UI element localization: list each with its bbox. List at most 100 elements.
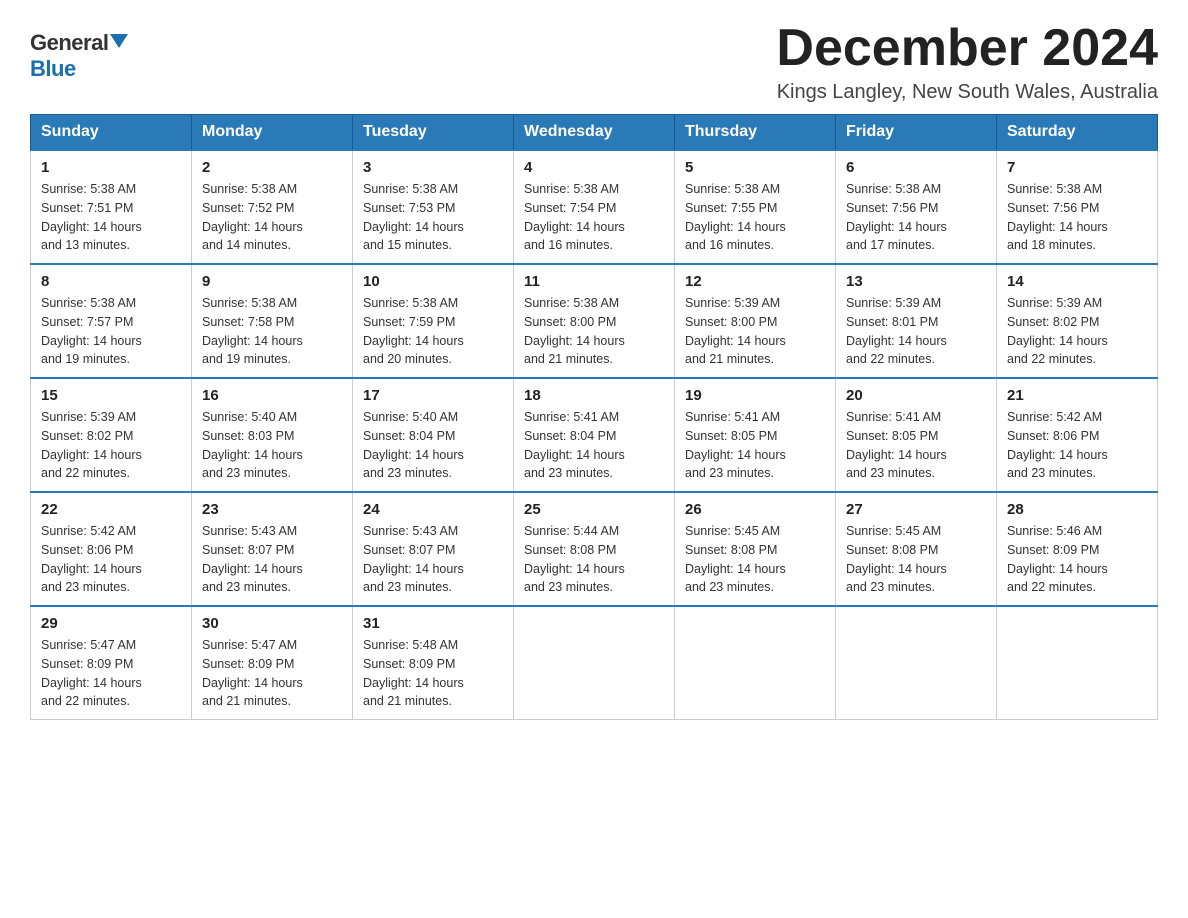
calendar-cell: 7 Sunrise: 5:38 AMSunset: 7:56 PMDayligh… <box>997 150 1158 264</box>
calendar-cell: 11 Sunrise: 5:38 AMSunset: 8:00 PMDaylig… <box>514 264 675 378</box>
day-info: Sunrise: 5:46 AMSunset: 8:09 PMDaylight:… <box>1007 524 1108 594</box>
day-number: 10 <box>363 273 503 290</box>
day-info: Sunrise: 5:41 AMSunset: 8:04 PMDaylight:… <box>524 410 625 480</box>
day-info: Sunrise: 5:41 AMSunset: 8:05 PMDaylight:… <box>846 410 947 480</box>
day-number: 16 <box>202 387 342 404</box>
title-block: December 2024 Kings Langley, New South W… <box>776 20 1158 104</box>
day-number: 15 <box>41 387 181 404</box>
day-number: 6 <box>846 159 986 176</box>
day-info: Sunrise: 5:40 AMSunset: 8:03 PMDaylight:… <box>202 410 303 480</box>
day-number: 7 <box>1007 159 1147 176</box>
day-number: 23 <box>202 501 342 518</box>
day-info: Sunrise: 5:39 AMSunset: 8:02 PMDaylight:… <box>1007 296 1108 366</box>
calendar-cell: 10 Sunrise: 5:38 AMSunset: 7:59 PMDaylig… <box>353 264 514 378</box>
day-info: Sunrise: 5:39 AMSunset: 8:02 PMDaylight:… <box>41 410 142 480</box>
day-info: Sunrise: 5:38 AMSunset: 7:51 PMDaylight:… <box>41 182 142 252</box>
calendar-cell: 31 Sunrise: 5:48 AMSunset: 8:09 PMDaylig… <box>353 606 514 720</box>
calendar-cell: 26 Sunrise: 5:45 AMSunset: 8:08 PMDaylig… <box>675 492 836 606</box>
day-info: Sunrise: 5:43 AMSunset: 8:07 PMDaylight:… <box>363 524 464 594</box>
day-number: 4 <box>524 159 664 176</box>
day-number: 22 <box>41 501 181 518</box>
day-info: Sunrise: 5:38 AMSunset: 7:53 PMDaylight:… <box>363 182 464 252</box>
calendar-cell <box>836 606 997 720</box>
calendar-cell: 8 Sunrise: 5:38 AMSunset: 7:57 PMDayligh… <box>31 264 192 378</box>
calendar-cell: 22 Sunrise: 5:42 AMSunset: 8:06 PMDaylig… <box>31 492 192 606</box>
day-number: 17 <box>363 387 503 404</box>
day-info: Sunrise: 5:41 AMSunset: 8:05 PMDaylight:… <box>685 410 786 480</box>
day-number: 28 <box>1007 501 1147 518</box>
month-title: December 2024 <box>776 20 1158 77</box>
calendar-header-row: SundayMondayTuesdayWednesdayThursdayFrid… <box>31 115 1158 151</box>
day-info: Sunrise: 5:38 AMSunset: 8:00 PMDaylight:… <box>524 296 625 366</box>
calendar-cell: 27 Sunrise: 5:45 AMSunset: 8:08 PMDaylig… <box>836 492 997 606</box>
calendar-cell: 12 Sunrise: 5:39 AMSunset: 8:00 PMDaylig… <box>675 264 836 378</box>
calendar-cell <box>514 606 675 720</box>
day-number: 1 <box>41 159 181 176</box>
day-info: Sunrise: 5:39 AMSunset: 8:00 PMDaylight:… <box>685 296 786 366</box>
day-number: 18 <box>524 387 664 404</box>
calendar-cell: 23 Sunrise: 5:43 AMSunset: 8:07 PMDaylig… <box>192 492 353 606</box>
col-header-saturday: Saturday <box>997 115 1158 151</box>
col-header-monday: Monday <box>192 115 353 151</box>
col-header-wednesday: Wednesday <box>514 115 675 151</box>
day-number: 2 <box>202 159 342 176</box>
calendar-cell: 18 Sunrise: 5:41 AMSunset: 8:04 PMDaylig… <box>514 378 675 492</box>
week-row-2: 8 Sunrise: 5:38 AMSunset: 7:57 PMDayligh… <box>31 264 1158 378</box>
day-number: 29 <box>41 615 181 632</box>
week-row-5: 29 Sunrise: 5:47 AMSunset: 8:09 PMDaylig… <box>31 606 1158 720</box>
day-info: Sunrise: 5:38 AMSunset: 7:54 PMDaylight:… <box>524 182 625 252</box>
day-info: Sunrise: 5:38 AMSunset: 7:55 PMDaylight:… <box>685 182 786 252</box>
calendar-cell: 17 Sunrise: 5:40 AMSunset: 8:04 PMDaylig… <box>353 378 514 492</box>
calendar-cell: 24 Sunrise: 5:43 AMSunset: 8:07 PMDaylig… <box>353 492 514 606</box>
calendar-table: SundayMondayTuesdayWednesdayThursdayFrid… <box>30 114 1158 720</box>
calendar-cell: 4 Sunrise: 5:38 AMSunset: 7:54 PMDayligh… <box>514 150 675 264</box>
calendar-cell <box>997 606 1158 720</box>
calendar-cell: 3 Sunrise: 5:38 AMSunset: 7:53 PMDayligh… <box>353 150 514 264</box>
day-number: 25 <box>524 501 664 518</box>
day-info: Sunrise: 5:40 AMSunset: 8:04 PMDaylight:… <box>363 410 464 480</box>
day-info: Sunrise: 5:43 AMSunset: 8:07 PMDaylight:… <box>202 524 303 594</box>
col-header-friday: Friday <box>836 115 997 151</box>
page-header: General Blue December 2024 Kings Langley… <box>30 20 1158 104</box>
day-number: 14 <box>1007 273 1147 290</box>
day-number: 27 <box>846 501 986 518</box>
day-info: Sunrise: 5:38 AMSunset: 7:57 PMDaylight:… <box>41 296 142 366</box>
day-number: 12 <box>685 273 825 290</box>
calendar-cell: 5 Sunrise: 5:38 AMSunset: 7:55 PMDayligh… <box>675 150 836 264</box>
logo-general-text: General <box>30 30 108 56</box>
day-info: Sunrise: 5:38 AMSunset: 7:58 PMDaylight:… <box>202 296 303 366</box>
day-number: 8 <box>41 273 181 290</box>
col-header-tuesday: Tuesday <box>353 115 514 151</box>
day-info: Sunrise: 5:38 AMSunset: 7:52 PMDaylight:… <box>202 182 303 252</box>
day-info: Sunrise: 5:47 AMSunset: 8:09 PMDaylight:… <box>41 638 142 708</box>
calendar-cell: 20 Sunrise: 5:41 AMSunset: 8:05 PMDaylig… <box>836 378 997 492</box>
calendar-cell: 30 Sunrise: 5:47 AMSunset: 8:09 PMDaylig… <box>192 606 353 720</box>
day-number: 3 <box>363 159 503 176</box>
day-info: Sunrise: 5:45 AMSunset: 8:08 PMDaylight:… <box>846 524 947 594</box>
day-info: Sunrise: 5:44 AMSunset: 8:08 PMDaylight:… <box>524 524 625 594</box>
day-number: 30 <box>202 615 342 632</box>
logo-blue-text: Blue <box>30 56 76 81</box>
calendar-cell: 2 Sunrise: 5:38 AMSunset: 7:52 PMDayligh… <box>192 150 353 264</box>
calendar-cell: 29 Sunrise: 5:47 AMSunset: 8:09 PMDaylig… <box>31 606 192 720</box>
week-row-1: 1 Sunrise: 5:38 AMSunset: 7:51 PMDayligh… <box>31 150 1158 264</box>
logo: General Blue <box>30 30 128 82</box>
col-header-thursday: Thursday <box>675 115 836 151</box>
calendar-cell: 21 Sunrise: 5:42 AMSunset: 8:06 PMDaylig… <box>997 378 1158 492</box>
logo-triangle-icon <box>110 34 128 48</box>
col-header-sunday: Sunday <box>31 115 192 151</box>
calendar-cell: 15 Sunrise: 5:39 AMSunset: 8:02 PMDaylig… <box>31 378 192 492</box>
day-number: 31 <box>363 615 503 632</box>
day-number: 5 <box>685 159 825 176</box>
day-info: Sunrise: 5:45 AMSunset: 8:08 PMDaylight:… <box>685 524 786 594</box>
week-row-3: 15 Sunrise: 5:39 AMSunset: 8:02 PMDaylig… <box>31 378 1158 492</box>
calendar-cell: 6 Sunrise: 5:38 AMSunset: 7:56 PMDayligh… <box>836 150 997 264</box>
day-number: 19 <box>685 387 825 404</box>
day-number: 13 <box>846 273 986 290</box>
calendar-cell: 9 Sunrise: 5:38 AMSunset: 7:58 PMDayligh… <box>192 264 353 378</box>
day-number: 26 <box>685 501 825 518</box>
calendar-cell <box>675 606 836 720</box>
day-number: 11 <box>524 273 664 290</box>
day-info: Sunrise: 5:42 AMSunset: 8:06 PMDaylight:… <box>1007 410 1108 480</box>
day-info: Sunrise: 5:38 AMSunset: 7:56 PMDaylight:… <box>1007 182 1108 252</box>
